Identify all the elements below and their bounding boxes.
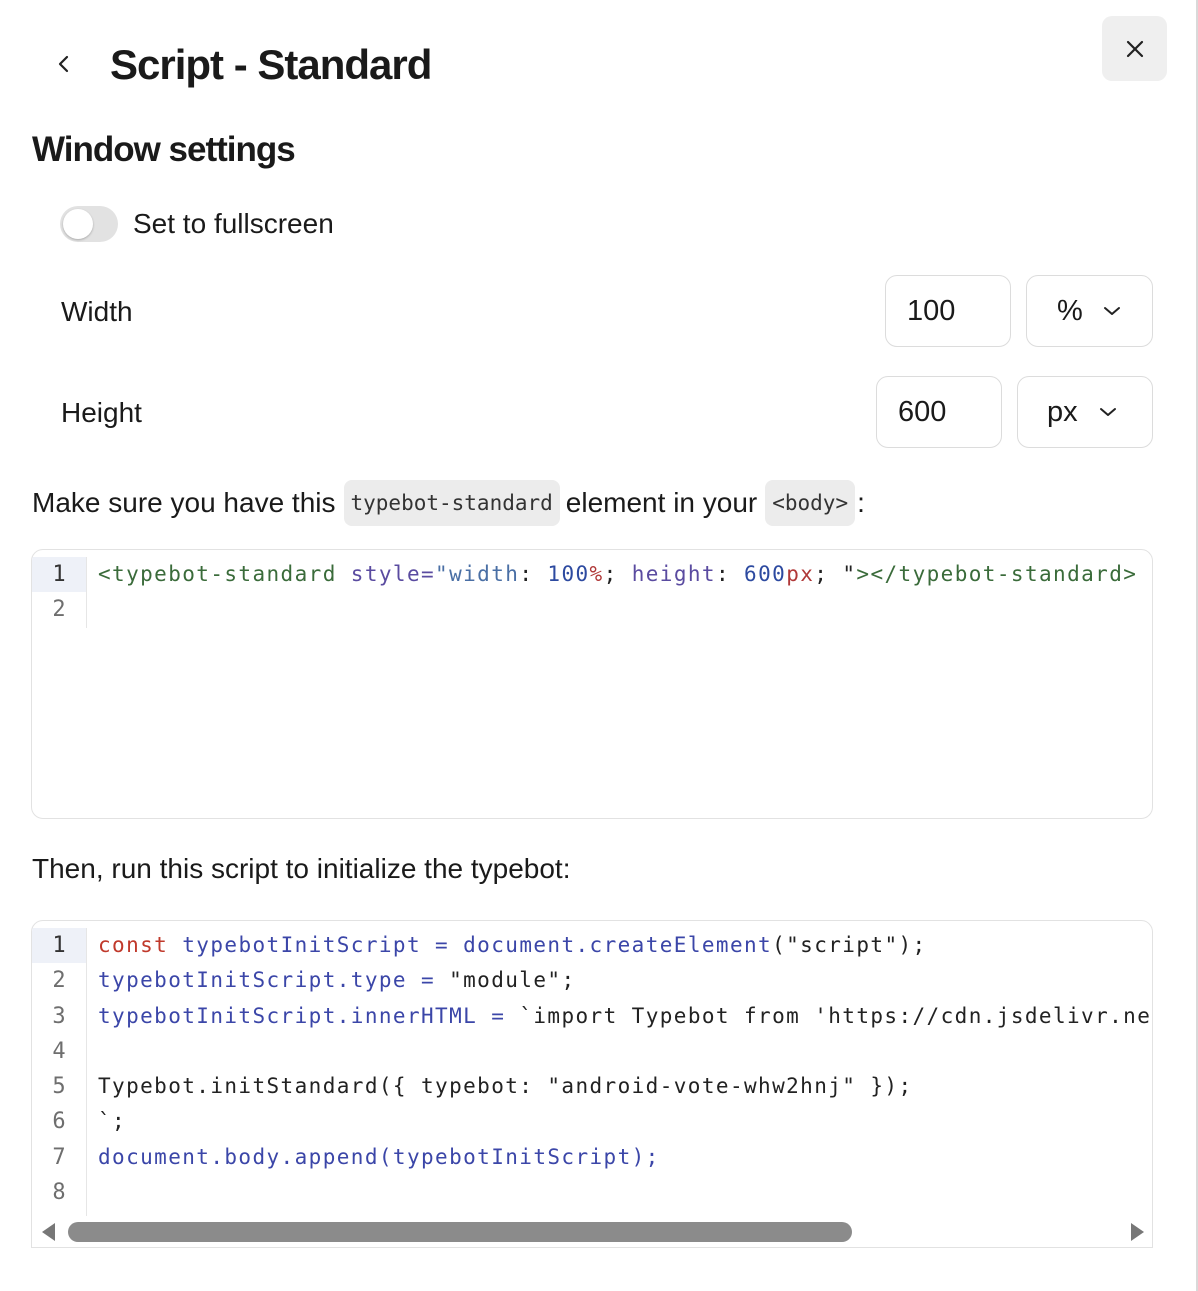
code-token: = [421, 933, 464, 957]
code-token: `; [98, 1109, 127, 1134]
width-unit-select[interactable]: % [1026, 275, 1153, 347]
code-token: = [406, 968, 450, 993]
code-token: typebotInitScript.type [98, 968, 407, 993]
fullscreen-row: Set to fullscreen [60, 206, 334, 242]
code-content[interactable]: <typebot-standard style="width: 100%; he… [98, 557, 1152, 628]
code-content[interactable]: const typebotInitScript = document.creat… [98, 928, 1152, 1210]
code-token: style= [350, 562, 436, 586]
width-label: Width [61, 296, 133, 327]
embed-modal: Script - Standard Window settings Set to… [0, 0, 1198, 1291]
code-token: 600 [744, 562, 787, 586]
code-token: "module"; [449, 968, 576, 993]
code-token: typebotInitScript.innerHTML [98, 1003, 478, 1028]
code-token: "width [435, 562, 520, 586]
line-number: 4 [52, 1038, 66, 1064]
modal-title: Script - Standard [110, 41, 432, 88]
code-line: const typebotInitScript = document.creat… [98, 928, 1152, 963]
line-number: 6 [52, 1109, 66, 1135]
code-token: = [477, 1003, 520, 1028]
line-number-gutter: 1 2 3 4 5 6 7 8 [32, 928, 87, 1216]
chevron-down-icon [1103, 305, 1121, 317]
height-unit-value: px [1047, 395, 1078, 428]
instruction-prefix: Make sure you have this [32, 487, 336, 518]
inline-code-element: typebot-standard [343, 480, 560, 526]
instruction-suffix: : [857, 487, 865, 518]
code-token: `import Typebot from 'https://cdn.jsdeli… [519, 1003, 1152, 1028]
toggle-knob [63, 209, 93, 239]
width-input[interactable] [885, 275, 1011, 347]
chevron-left-icon [58, 55, 69, 73]
line-number: 2 [52, 968, 66, 994]
code-token: Typebot.initStandard({ typebot: "android… [98, 1074, 913, 1099]
code-line: <typebot-standard style="width: 100%; he… [98, 557, 1152, 592]
close-icon [1126, 40, 1143, 57]
code-line: typebotInitScript.type = "module"; [98, 963, 1152, 998]
code-line: `; [98, 1104, 1152, 1139]
scrollbar-thumb[interactable] [68, 1222, 852, 1242]
code-token: ; " [814, 562, 857, 586]
line-number: 7 [52, 1144, 66, 1170]
code-token: typebotInitScript [182, 933, 421, 957]
fullscreen-label: Set to fullscreen [133, 208, 334, 239]
code-token: ></typebot-standard> [856, 562, 1138, 586]
code-token: const [98, 933, 183, 957]
code-token: height [631, 562, 716, 586]
height-label: Height [61, 397, 142, 428]
line-number: 5 [52, 1074, 66, 1100]
window-settings-heading: Window settings [32, 130, 296, 169]
html-code-editor[interactable]: 12 <typebot-standard style="width: 100%;… [31, 549, 1153, 819]
code-line: document.body.append(typebotInitScript); [98, 1140, 1152, 1175]
code-token: ("script"); [772, 933, 927, 957]
line-number: 1 [32, 928, 86, 964]
line-number: 2 [52, 597, 66, 623]
code-token: document.createElement [463, 933, 773, 957]
scroll-left-icon[interactable] [42, 1223, 55, 1241]
body-instruction: Make sure you have this typebot-standard… [32, 480, 865, 526]
close-button[interactable] [1102, 16, 1167, 81]
line-number: 8 [52, 1180, 66, 1206]
instruction-middle: element in your [565, 487, 758, 518]
inline-code-body: <body> [765, 480, 856, 526]
line-number: 1 [32, 557, 86, 593]
code-token: : [519, 562, 548, 586]
code-token: <typebot-standard [98, 562, 351, 586]
height-input[interactable] [876, 376, 1002, 448]
code-line: typebotInitScript.innerHTML = `import Ty… [98, 999, 1152, 1034]
back-button[interactable] [44, 44, 84, 84]
width-unit-value: % [1057, 294, 1083, 327]
horizontal-scrollbar[interactable] [32, 1219, 1152, 1247]
height-unit-select[interactable]: px [1017, 376, 1153, 448]
script-code-editor[interactable]: 1 2 3 4 5 6 7 8 const typebotInitScript = docum… [31, 920, 1153, 1248]
code-token: 100 [547, 562, 590, 586]
code-token: : [715, 562, 745, 586]
code-line: Typebot.initStandard({ typebot: "android… [98, 1069, 1152, 1104]
code-token: ; [603, 562, 632, 586]
line-number: 3 [52, 1003, 66, 1029]
code-token: document.body.append(typebotInitScript); [98, 1144, 660, 1169]
code-token: % [589, 562, 604, 586]
script-instruction: Then, run this script to initialize the … [32, 853, 571, 884]
scroll-right-icon[interactable] [1131, 1223, 1144, 1241]
fullscreen-toggle[interactable] [60, 206, 118, 242]
chevron-down-icon [1099, 406, 1117, 418]
code-token: px [786, 562, 815, 586]
line-number-gutter: 12 [32, 557, 87, 628]
